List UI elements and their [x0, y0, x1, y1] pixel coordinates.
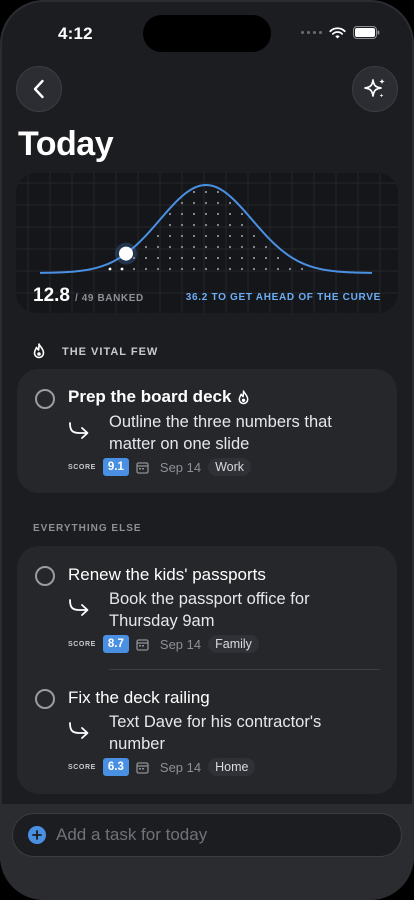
chevron-left-icon [33, 79, 44, 99]
category-tag[interactable]: Work [208, 458, 252, 476]
subtask-arrow-icon [69, 599, 89, 616]
subtask-text[interactable]: Book the passport office for Thursday 9a… [109, 588, 359, 632]
task-checkbox[interactable] [35, 689, 55, 709]
category-tag[interactable]: Family [208, 635, 259, 653]
category-tag[interactable]: Home [208, 758, 256, 776]
score-badge: 9.1 [102, 458, 129, 476]
subtask-text[interactable]: Outline the three numbers that matter on… [109, 411, 359, 455]
task-title-text: Prep the board deck [68, 387, 232, 406]
score-badge: 8.7 [102, 635, 129, 653]
subtask-text[interactable]: Text Dave for his contractor's number [109, 711, 359, 755]
status-time: 4:12 [58, 24, 93, 43]
task-checkbox[interactable] [35, 389, 55, 409]
due-date[interactable]: Sep 14 [160, 460, 201, 475]
dynamic-island [143, 15, 271, 52]
section-title-everything-else: EVERYTHING ELSE [33, 523, 142, 534]
back-button[interactable] [16, 66, 62, 112]
battery-icon [353, 26, 380, 39]
calendar-icon [136, 461, 149, 474]
task-meta: SCORE 6.3 Sep 14 Home [68, 758, 256, 776]
flame-icon [33, 343, 45, 359]
subtask-arrow-icon [69, 722, 89, 739]
task-meta: SCORE 9.1 Sep 14 Work [68, 458, 252, 476]
banked-value: 12.8 [33, 285, 70, 306]
add-task-field[interactable] [12, 813, 402, 857]
ai-suggest-button[interactable] [352, 66, 398, 112]
subtask-arrow-icon [69, 422, 89, 439]
section-title-vital-few: THE VITAL FEW [62, 346, 159, 358]
current-position-marker [119, 246, 133, 261]
score-label: SCORE [68, 640, 96, 648]
task-title[interactable]: Prep the board deck [68, 387, 250, 407]
plus-icon[interactable] [28, 826, 46, 844]
sparkles-icon [364, 78, 385, 98]
wifi-icon [329, 26, 346, 38]
score-label: SCORE [68, 763, 96, 771]
other-tasks-card: Renew the kids' passports Book the passp… [17, 546, 397, 794]
progress-curve-card: 12.8 / 49 BANKED 36.2 TO GET AHEAD OF TH… [16, 173, 398, 313]
calendar-icon [136, 638, 149, 651]
bell-curve-line [39, 183, 373, 274]
score-label: SCORE [68, 463, 96, 471]
task-checkbox[interactable] [35, 566, 55, 586]
add-task-input[interactable] [56, 825, 376, 845]
cellular-signal-icon [301, 31, 322, 34]
ahead-of-curve-text: 36.2 TO GET AHEAD OF THE CURVE [185, 292, 381, 303]
task-title[interactable]: Renew the kids' passports [68, 565, 266, 585]
status-icons [301, 26, 380, 39]
page-title: Today [18, 125, 114, 163]
task-meta: SCORE 8.7 Sep 14 Family [68, 635, 259, 653]
task-title[interactable]: Fix the deck railing [68, 688, 210, 708]
banked-score: 12.8 / 49 BANKED [33, 285, 144, 307]
due-date[interactable]: Sep 14 [160, 760, 201, 775]
score-badge: 6.3 [102, 758, 129, 776]
task-divider [109, 669, 380, 670]
flame-icon [239, 389, 249, 404]
calendar-icon [136, 761, 149, 774]
vital-tasks-card: Prep the board deck Outline the three nu… [17, 369, 397, 493]
phone-screen: 4:12 Today 12.8 / 49 BANKED 36.2 TO GET … [0, 0, 414, 900]
banked-total: / 49 BANKED [74, 293, 144, 304]
due-date[interactable]: Sep 14 [160, 637, 201, 652]
